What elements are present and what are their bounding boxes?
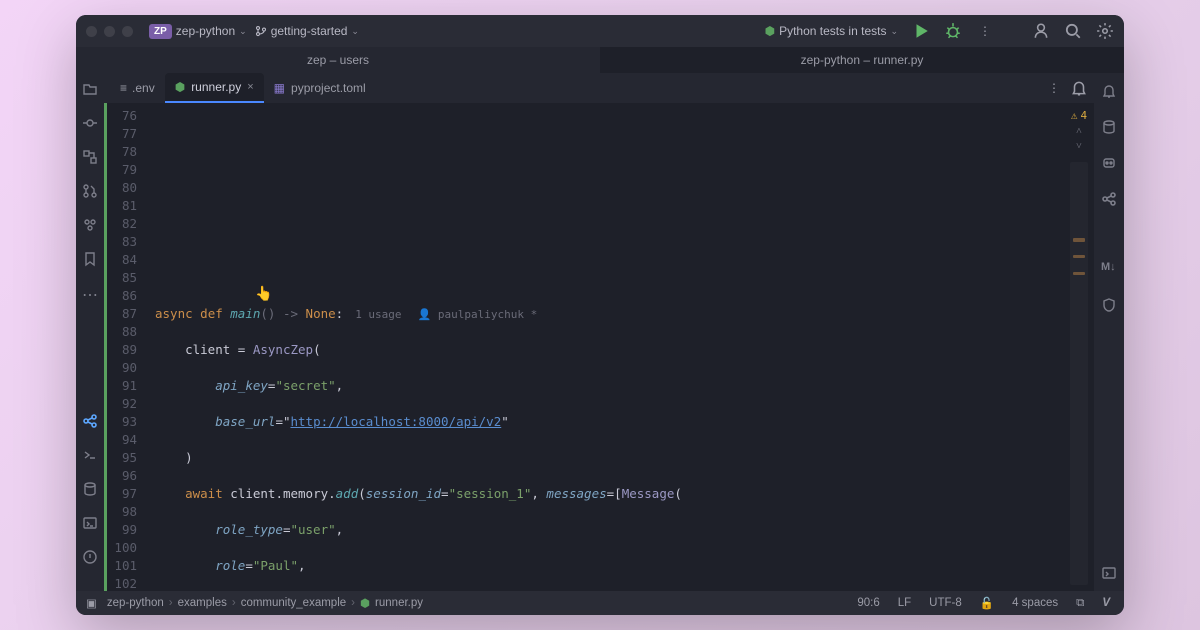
file-tab-label: runner.py [191,80,241,94]
file-encoding[interactable]: UTF-8 [925,597,966,609]
split-tab-left[interactable]: zep – users [76,47,600,73]
branch-name: getting-started [271,24,348,38]
toml-file-icon: ▦ [274,81,285,95]
editor-area: ≡ .env ⬢ runner.py × ▦ pyproject.toml ⋮ [104,73,1094,591]
chevron-down-icon: ⌄ [239,26,247,37]
coverage-tool-icon[interactable] [1101,297,1117,313]
code-with-me-icon[interactable] [1032,22,1050,40]
warnings-count: 4 [1081,109,1088,122]
minimize-window-dot[interactable] [104,26,115,37]
tab-options-button[interactable]: ⋮ [1038,81,1070,95]
breadcrumb-segment[interactable]: zep-python [107,597,164,609]
python-file-icon: ⬢ [175,80,185,94]
file-tab-label: pyproject.toml [291,81,366,95]
more-actions-button[interactable]: ⋮ [976,22,994,40]
breadcrumb-segment[interactable]: community_example [241,597,346,609]
statusbar: ▣ zep-python › examples › community_exam… [76,591,1124,615]
file-tabs: ≡ .env ⬢ runner.py × ▦ pyproject.toml ⋮ [104,73,1094,103]
mouse-cursor-icon: 👆 [255,285,272,303]
next-highlight-button[interactable]: ˅ [1076,141,1082,152]
right-tool-rail: M↓ [1094,73,1124,591]
notifications-icon[interactable] [1070,79,1088,97]
problems-tool-icon[interactable] [82,549,98,565]
terminal-tool-icon[interactable] [82,515,98,531]
pull-requests-icon[interactable] [82,183,98,199]
commit-tool-icon[interactable] [82,115,98,131]
more-tools-icon[interactable]: ⋯ [82,285,98,301]
chevron-down-icon: ⌄ [351,26,359,37]
zoom-window-dot[interactable] [122,26,133,37]
breadcrumb-segment[interactable]: runner.py [375,597,423,609]
python-console-icon[interactable] [82,447,98,463]
line-ending[interactable]: LF [894,597,915,609]
author-hint: 👤 paulpaliychuk * [418,308,538,321]
git-branch-selector[interactable]: getting-started ⌄ [255,24,359,38]
list-icon: ≡ [120,81,127,95]
branch-icon [255,25,267,37]
project-selector[interactable]: ZP zep-python ⌄ [149,24,247,39]
readonly-icon[interactable]: 🔓 [976,596,998,610]
search-icon[interactable] [1064,22,1082,40]
close-icon[interactable]: × [247,81,253,93]
env-file-chip[interactable]: ≡ .env [110,81,165,95]
titlebar: ZP zep-python ⌄ getting-started ⌄ ⬢ Pyth… [76,15,1124,47]
split-tab-label: zep-python – runner.py [801,53,924,67]
prev-highlight-button[interactable]: ˄ [1076,126,1082,137]
module-icon: ▣ [86,596,97,610]
inspection-gutter: ⚠4 ˄ ˅ [1064,103,1094,591]
breadcrumb-segment[interactable]: examples [178,597,227,609]
warnings-indicator[interactable]: ⚠4 [1071,109,1087,122]
usage-hint: 1 usage [355,308,401,321]
terminal-sidebar-icon[interactable] [1101,565,1117,581]
debug-button[interactable] [944,22,962,40]
python-icon: ⬢ [765,24,775,38]
split-tab-label: zep – users [307,53,369,67]
left-tool-rail: ⋯ [76,73,104,591]
split-tab-right[interactable]: zep-python – runner.py [600,47,1124,73]
warning-icon: ⚠ [1071,109,1078,122]
cursor-position[interactable]: 90:6 [853,597,883,609]
breadcrumb[interactable]: zep-python › examples › community_exampl… [107,596,423,610]
indent-setting[interactable]: 4 spaces [1008,597,1062,609]
share-tool-icon[interactable] [82,413,98,429]
run-config-selector[interactable]: ⬢ Python tests in tests ⌄ [765,24,898,38]
env-file-label: .env [132,81,155,95]
minimap[interactable] [1070,162,1088,585]
editor-split-tabs: zep – users zep-python – runner.py [76,47,1124,73]
makefile-tool-icon[interactable]: M↓ [1101,261,1117,277]
code-editor[interactable]: 7677787980 8182838485 8687888990 9192939… [104,103,1094,591]
database-sidebar-icon[interactable] [1101,119,1117,135]
structure-tool-icon[interactable] [82,149,98,165]
settings-icon[interactable] [1096,22,1114,40]
notifications-tool-icon[interactable] [1101,83,1117,99]
share-sidebar-icon[interactable] [1101,191,1117,207]
project-badge: ZP [149,24,172,39]
vim-icon[interactable]: V [1098,597,1114,609]
file-tab-pyproject[interactable]: ▦ pyproject.toml [264,73,376,103]
close-window-dot[interactable] [86,26,97,37]
project-tool-icon[interactable] [82,81,98,97]
chevron-down-icon: ⌄ [890,26,898,37]
line-number-gutter: 7677787980 8182838485 8687888990 9192939… [107,103,145,591]
interpreter-icon[interactable]: ⧉ [1072,597,1088,610]
ai-assistant-icon[interactable] [1101,155,1117,171]
run-button[interactable] [912,22,930,40]
ide-window: ZP zep-python ⌄ getting-started ⌄ ⬢ Pyth… [76,15,1124,615]
bookmarks-tool-icon[interactable] [82,251,98,267]
code-content[interactable]: async def main() -> None:1 usage👤 paulpa… [145,103,1064,591]
project-name: zep-python [176,24,235,38]
run-config-name: Python tests in tests [779,24,886,38]
services-tool-icon[interactable] [82,217,98,233]
python-file-icon: ⬢ [360,596,370,610]
file-tab-runner[interactable]: ⬢ runner.py × [165,73,264,103]
window-controls[interactable] [86,26,133,37]
database-tool-icon[interactable] [82,481,98,497]
